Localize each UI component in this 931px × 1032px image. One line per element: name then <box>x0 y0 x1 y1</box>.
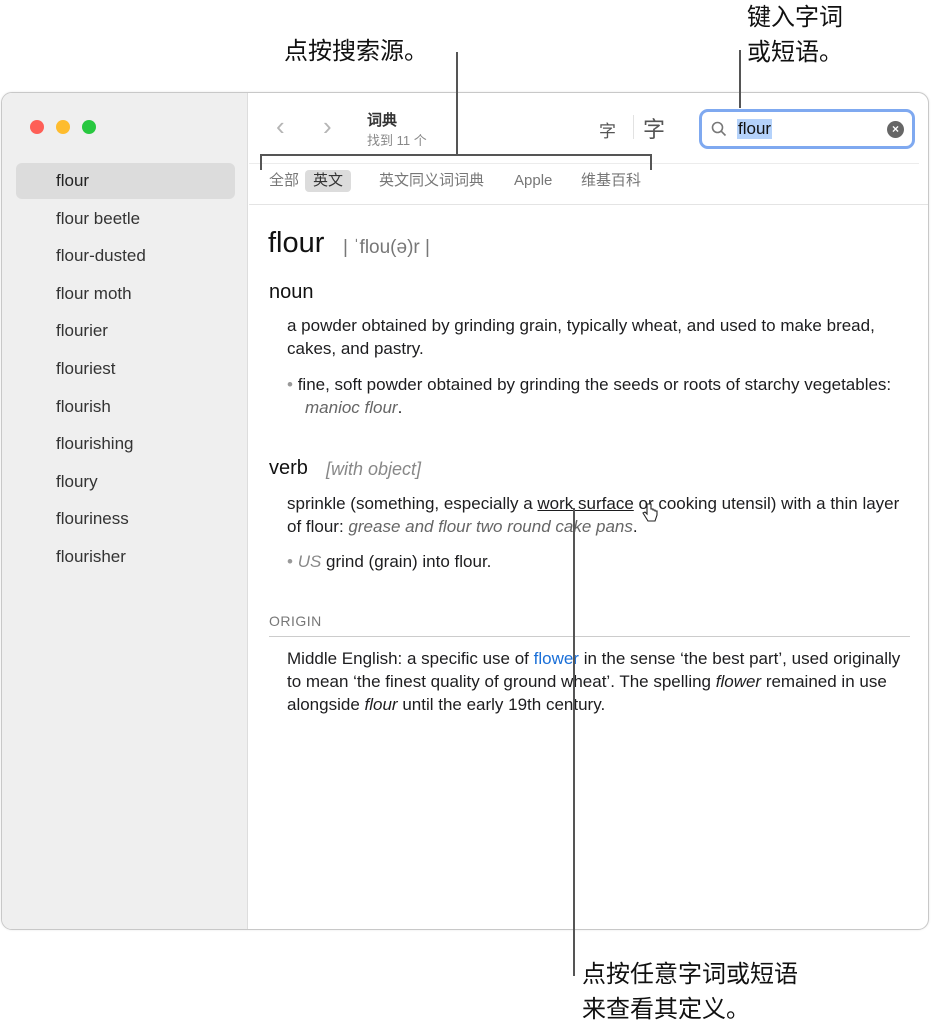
callout-line <box>456 52 458 155</box>
sidebar-item[interactable]: flour beetle <box>16 201 235 237</box>
sidebar: flour flour beetle flour-dusted flour moth f… <box>2 93 248 929</box>
close-button[interactable] <box>30 120 44 134</box>
hand-cursor-icon <box>642 503 658 522</box>
callout-search-2: 或短语。 <box>747 39 843 66</box>
callout-line <box>739 50 741 108</box>
word-link[interactable]: work surface <box>537 494 633 513</box>
sidebar-item[interactable]: flourishing <box>16 426 235 462</box>
pronunciation: | ˈflou(ə)r | <box>343 237 430 258</box>
search-field[interactable]: flour × <box>699 109 915 149</box>
callout-sources: 点按搜索源。 <box>284 38 428 65</box>
sidebar-item[interactable]: flour <box>16 163 235 199</box>
sidebar-item[interactable]: flour-dusted <box>16 238 235 274</box>
window-title: 词典 <box>367 112 398 129</box>
origin-label: ORIGIN <box>269 613 322 629</box>
definition: • US grind (grain) into flour. <box>287 552 492 571</box>
divider <box>249 163 919 164</box>
sidebar-item[interactable]: flour moth <box>16 276 235 312</box>
headword: flour <box>268 227 325 259</box>
callout-word-1: 点按任意字词或短语 <box>582 961 798 988</box>
tab-source[interactable]: 英文同义词词典 <box>371 170 492 192</box>
divider <box>249 204 928 205</box>
callout-bracket <box>650 154 652 170</box>
pos-verb: verb <box>269 457 308 479</box>
sidebar-item[interactable]: flourish <box>16 389 235 425</box>
minimize-button[interactable] <box>56 120 70 134</box>
tab-source[interactable]: 全部 <box>261 170 307 192</box>
tab-source[interactable]: Apple <box>506 170 560 192</box>
sidebar-item[interactable]: flourier <box>16 313 235 349</box>
callout-bracket <box>260 154 262 170</box>
font-larger-button[interactable]: 字 <box>643 112 665 144</box>
origin-text: Middle English: a specific use of flower… <box>287 649 901 714</box>
clear-search-icon[interactable]: × <box>887 121 904 138</box>
callout-search-1: 键入字词 <box>747 4 843 31</box>
sidebar-item[interactable]: flouriness <box>16 501 235 537</box>
search-icon <box>711 121 727 137</box>
pos-noun: noun <box>269 281 314 303</box>
divider <box>269 636 910 637</box>
back-button[interactable]: ‹ <box>276 111 285 142</box>
definition: a powder obtained by grinding grain, typ… <box>287 316 875 358</box>
zoom-button[interactable] <box>82 120 96 134</box>
sidebar-item[interactable]: flourisher <box>16 539 235 575</box>
grammar-note: [with object] <box>326 459 422 479</box>
sidebar-item[interactable]: flouriest <box>16 351 235 387</box>
forward-button[interactable]: › <box>323 111 332 142</box>
result-count: 找到 11 个 <box>367 133 427 148</box>
definition: sprinkle (something, especially a work s… <box>287 494 900 536</box>
dictionary-window: flour flour beetle flour-dusted flour moth f… <box>1 92 929 930</box>
sidebar-item[interactable]: floury <box>16 464 235 500</box>
definition: • fine, soft powder obtained by grinding… <box>287 375 892 417</box>
search-input[interactable]: flour <box>737 119 773 139</box>
callout-word-2: 来查看其定义。 <box>582 996 750 1023</box>
divider <box>633 115 634 139</box>
font-smaller-button[interactable]: 字 <box>599 117 616 142</box>
callout-bracket <box>260 154 652 156</box>
callout-line <box>573 508 575 976</box>
tab-source[interactable]: 英文 <box>305 170 352 192</box>
tab-source[interactable]: 维基百科 <box>573 170 649 192</box>
